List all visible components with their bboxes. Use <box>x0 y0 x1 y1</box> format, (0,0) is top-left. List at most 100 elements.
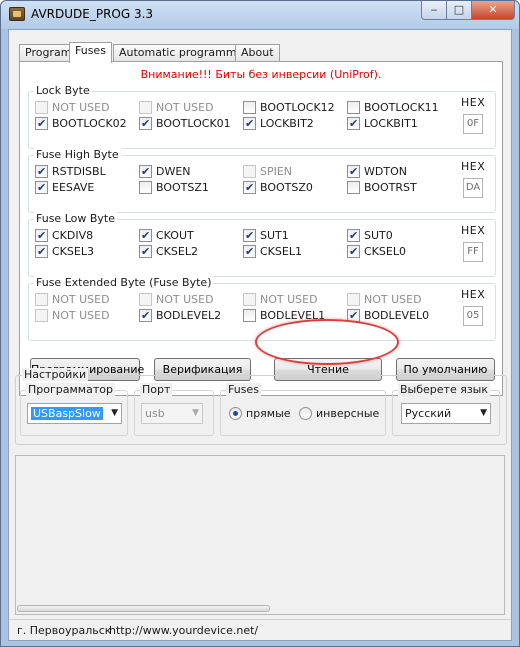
hex-label: HEX <box>461 288 486 301</box>
checkbox-box <box>243 101 256 114</box>
fuse-bit-checkbox: NOT USED <box>35 101 110 115</box>
inversion-warning: Внимание!!! Биты без инверсии (UniProf). <box>140 68 382 81</box>
checkmark-icon <box>347 245 360 258</box>
fuses-mode-title: Fuses <box>226 383 261 396</box>
low-hex-value[interactable]: FF <box>463 242 483 262</box>
checkmark-icon <box>35 181 48 194</box>
hex-label: HEX <box>461 160 486 173</box>
fuse-bit-label: DWEN <box>156 165 191 178</box>
checkbox-box <box>35 101 48 114</box>
fuse-bit-label: CKSEL2 <box>156 245 198 258</box>
high-hex-value[interactable]: DA <box>463 178 483 198</box>
fuse-bit-checkbox[interactable]: BOOTRST <box>347 181 417 195</box>
checkmark-icon <box>347 165 360 178</box>
direct-radio[interactable]: прямые <box>229 407 291 420</box>
fuse-bit-label: WDTON <box>364 165 407 178</box>
fuse-bit-checkbox[interactable]: BOOTSZ0 <box>243 181 313 195</box>
minimize-button[interactable]: ‒ <box>421 1 447 20</box>
checkbox-box <box>243 165 256 178</box>
hex-label: HEX <box>461 224 486 237</box>
fuse-bit-checkbox[interactable]: BOOTLOCK01 <box>139 117 231 131</box>
fuse-bit-label: CKOUT <box>156 229 194 242</box>
fuse-bit-checkbox: NOT USED <box>347 293 422 307</box>
fuse-bit-checkbox: NOT USED <box>35 293 110 307</box>
group-title: Fuse Low Byte <box>34 212 117 226</box>
fuse-bit-checkbox[interactable]: CKOUT <box>139 229 194 243</box>
lock-hex-value[interactable]: 0F <box>463 114 483 134</box>
title-bar[interactable]: AVRDUDE_PROG 3.3 ‒ □ ✕ <box>1 1 519 29</box>
status-url-link[interactable]: http://www.yourdevice.net/ <box>109 624 258 637</box>
fuse-bit-checkbox: NOT USED <box>243 293 318 307</box>
checkbox-box <box>35 293 48 306</box>
fuse-bit-label: NOT USED <box>364 293 422 306</box>
checkmark-icon <box>35 117 48 130</box>
tab-fuses[interactable]: Fuses <box>69 42 112 63</box>
fuse-bit-checkbox[interactable]: SUT0 <box>347 229 393 243</box>
fuse-bit-checkbox[interactable]: SUT1 <box>243 229 289 243</box>
fuse-bit-label: CKSEL1 <box>260 245 302 258</box>
fuse-bit-checkbox[interactable]: BOOTLOCK12 <box>243 101 335 115</box>
fuse-bit-label: BOOTLOCK11 <box>364 101 439 114</box>
fuse-bit-checkbox[interactable]: BOOTSZ1 <box>139 181 209 195</box>
group-title: Fuse High Byte <box>34 148 121 162</box>
close-button[interactable]: ✕ <box>471 1 515 20</box>
fuse-bit-checkbox[interactable]: WDTON <box>347 165 407 179</box>
language-value: Русский <box>405 407 452 420</box>
status-bar: г. Первоуральск http://www.yourdevice.ne… <box>9 619 511 640</box>
client-area: Program Fuses Automatic programming Abou… <box>8 29 512 641</box>
fuse-bit-checkbox[interactable]: RSTDISBL <box>35 165 106 179</box>
port-select[interactable]: usb ▼ <box>141 403 203 424</box>
fuse-bit-checkbox[interactable]: LOCKBIT2 <box>243 117 314 131</box>
fuse-bit-checkbox[interactable]: BOOTLOCK02 <box>35 117 127 131</box>
checkbox-box <box>139 293 152 306</box>
fuse-bit-label: BOOTSZ1 <box>156 181 209 194</box>
fuse-bit-checkbox[interactable]: CKSEL3 <box>35 245 94 259</box>
fuse-bit-checkbox[interactable]: DWEN <box>139 165 191 179</box>
checkmark-icon <box>139 309 152 322</box>
fuse-bit-checkbox[interactable]: CKDIV8 <box>35 229 93 243</box>
language-title: Выберете язык <box>398 383 490 396</box>
programmer-group: Программатор USBaspSlow ▼ <box>20 383 128 436</box>
tab-about[interactable]: About <box>235 44 280 62</box>
fuse-bit-checkbox[interactable]: CKSEL2 <box>139 245 198 259</box>
fuse-bit-checkbox[interactable]: CKSEL1 <box>243 245 302 259</box>
checkmark-icon <box>35 229 48 242</box>
checkmark-icon <box>139 165 152 178</box>
fuse-bit-label: BOOTLOCK02 <box>52 117 127 130</box>
fuse-bit-checkbox[interactable]: EESAVE <box>35 181 94 195</box>
programmer-value: USBaspSlow <box>31 407 103 420</box>
fuse-bit-label: NOT USED <box>52 101 110 114</box>
checkmark-icon <box>347 117 360 130</box>
ext-hex-value[interactable]: 05 <box>463 306 483 326</box>
fuse-bit-label: NOT USED <box>156 293 214 306</box>
fuse-bit-label: CKDIV8 <box>52 229 94 242</box>
fuse-bit-checkbox[interactable]: CKSEL0 <box>347 245 406 259</box>
lock-byte-group: Lock Byte HEX 0F NOT USED NOT USED BOOTLOC… <box>28 84 496 149</box>
log-output-area[interactable] <box>15 455 505 615</box>
programmer-select[interactable]: USBaspSlow ▼ <box>27 403 122 424</box>
horizontal-scrollbar[interactable] <box>17 605 270 612</box>
chevron-down-icon: ▼ <box>192 408 199 418</box>
fuse-bit-checkbox: NOT USED <box>35 309 110 323</box>
fuse-bit-checkbox[interactable]: BODLEVEL2 <box>139 309 221 323</box>
fuse-high-byte-group: Fuse High Byte HEX DA RSTDISBL DWEN SPIEN W… <box>28 148 496 213</box>
group-title: Fuse Extended Byte (Fuse Byte) <box>34 276 214 290</box>
fuse-bit-label: SUT0 <box>364 229 393 242</box>
fuse-bit-checkbox: SPIEN <box>243 165 292 179</box>
fuse-bit-label: NOT USED <box>156 101 214 114</box>
fuse-bit-checkbox: NOT USED <box>139 293 214 307</box>
language-select[interactable]: Русский ▼ <box>401 403 491 424</box>
inverse-radio-label: инверсные <box>316 407 380 420</box>
fuse-bit-checkbox[interactable]: LOCKBIT1 <box>347 117 418 131</box>
checkbox-box <box>347 181 360 194</box>
inverse-radio[interactable]: инверсные <box>299 407 379 420</box>
fuse-bit-label: BOOTLOCK12 <box>260 101 335 114</box>
maximize-button[interactable]: □ <box>446 1 472 20</box>
fuse-bit-label: BOOTRST <box>364 181 417 194</box>
fuse-bit-label: EESAVE <box>52 181 95 194</box>
fuses-mode-group: Fuses прямые инверсные <box>220 383 386 436</box>
fuse-bit-checkbox[interactable]: BOOTLOCK11 <box>347 101 439 115</box>
checkmark-icon <box>139 229 152 242</box>
checkmark-icon <box>243 229 256 242</box>
fuse-bit-label: BODLEVEL2 <box>156 309 222 322</box>
